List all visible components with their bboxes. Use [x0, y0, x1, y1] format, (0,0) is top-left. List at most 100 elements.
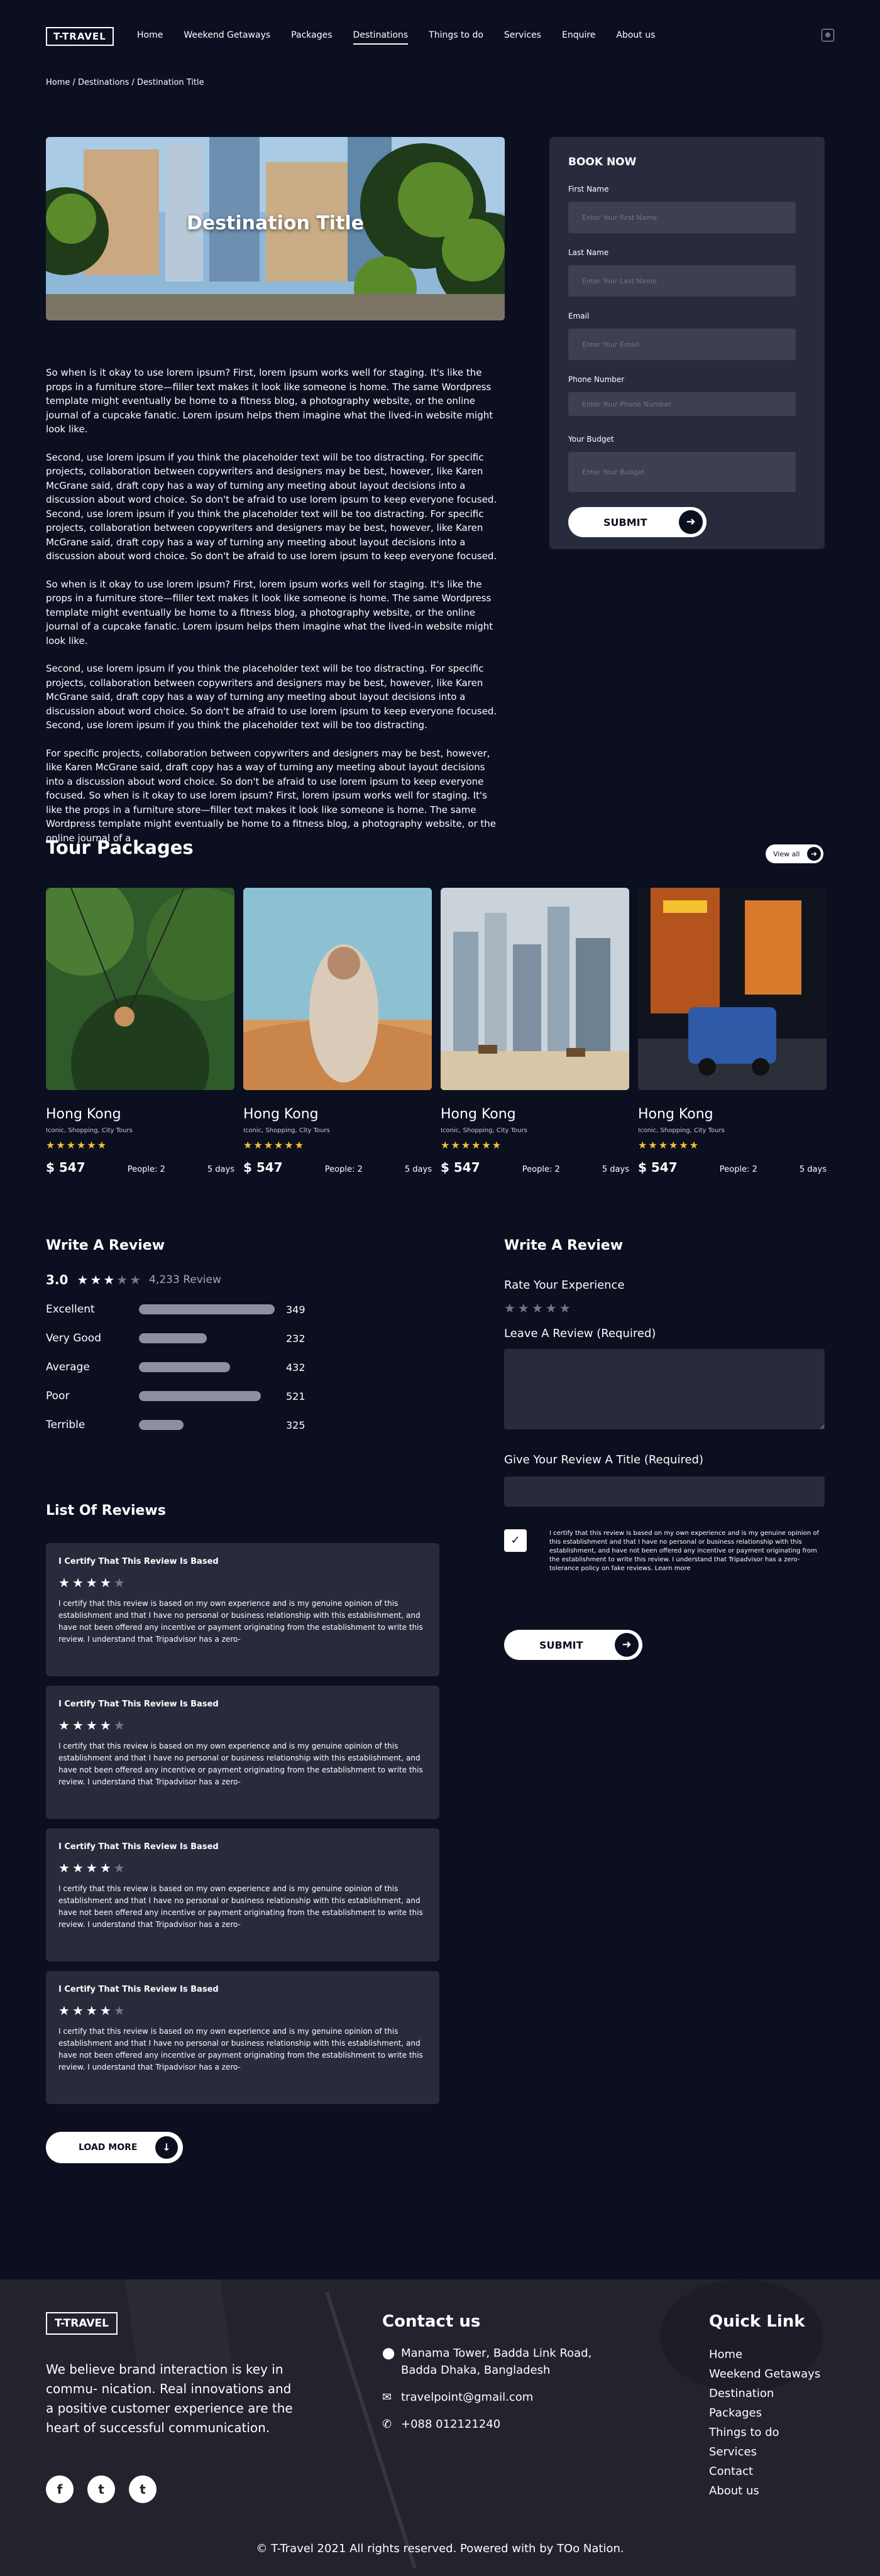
overall-rating: 3.0 ★★★★★ 4,233 Review	[46, 1272, 360, 1287]
nav-link-about-us[interactable]: About us	[616, 30, 655, 45]
nav-link-destinations[interactable]: Destinations	[353, 30, 409, 45]
tour-card[interactable]: Hong Kong Iconic, Shopping, City Tours ★★★…	[243, 888, 432, 1175]
star-icon: ★	[99, 2003, 114, 2018]
tour-price: $ 547	[441, 1160, 480, 1175]
review-title-label: Give Your Review A Title (Required)	[504, 1453, 703, 1466]
footer-link-about-us[interactable]: About us	[709, 2481, 820, 2501]
nav-link-weekend-getaways[interactable]: Weekend Getaways	[184, 30, 270, 45]
arrow-down-icon: ↓	[155, 2136, 178, 2159]
rating-stars: ★★★★★	[77, 1272, 143, 1287]
email-row: ✉ travelpoint@gmail.com	[382, 2389, 608, 2406]
footer-link-things-to-do[interactable]: Things to do	[709, 2423, 820, 2442]
breadcrumb: Home / Destinations / Destination Title	[46, 78, 204, 87]
tour-duration: 5 days	[404, 1165, 432, 1174]
rating-count: 232	[286, 1332, 305, 1345]
article-paragraph: Second, use lorem ipsum if you think the…	[46, 451, 497, 562]
load-more-button[interactable]: LOAD MORE ↓	[46, 2132, 183, 2163]
article-paragraph: So when is it okay to use lorem ipsum? F…	[46, 578, 493, 647]
rating-bar-fill	[139, 1333, 207, 1343]
review-stars: ★★★★★	[58, 1860, 427, 1875]
footer-about: We believe brand interaction is key in c…	[46, 2362, 293, 2435]
tour-card[interactable]: Hong Kong Iconic, Shopping, City Tours ★★★…	[46, 888, 234, 1175]
review-summary: Write A Review 3.0 ★★★★★ 4,233 Review Ex…	[46, 1238, 360, 1432]
footer-link-services[interactable]: Services	[709, 2442, 820, 2462]
review-submit-button[interactable]: SUBMIT ➜	[504, 1630, 642, 1660]
arrow-right-icon: ➜	[807, 847, 821, 861]
tour-card[interactable]: Hong Kong Iconic, Shopping, City Tours ★★★…	[441, 888, 629, 1175]
contact-section: Contact us ⬤ Manama Tower, Badda Link Ro…	[382, 2312, 608, 2443]
phone-field[interactable]	[568, 392, 796, 416]
rating-bar	[139, 1333, 275, 1343]
rating-bar-fill	[139, 1362, 230, 1372]
twitter-icon-2[interactable]: t	[129, 2475, 157, 2503]
review-body: I certify that this review is based on m…	[58, 1884, 423, 1929]
site-logo[interactable]: T-TRAVEL	[46, 27, 114, 46]
rating-breakdown: Excellent 349 Very Good 232 Average 432 Poor 52…	[46, 1302, 360, 1432]
tour-duration: 5 days	[602, 1165, 629, 1174]
globe-icon[interactable]: ⊕	[822, 29, 834, 41]
rating-score: 3.0	[46, 1272, 69, 1287]
rating-bar-fill	[139, 1420, 184, 1430]
hero-image: Destination Title	[46, 137, 505, 320]
budget-field[interactable]	[568, 452, 796, 492]
rating-label: Very Good	[46, 1332, 101, 1345]
star-icon: ★	[72, 1575, 86, 1590]
tour-card[interactable]: Hong Kong Iconic, Shopping, City Tours ★★★…	[638, 888, 827, 1175]
star-icon: ★	[103, 1272, 117, 1287]
footer: T-TRAVEL We believe brand interaction is…	[0, 2279, 880, 2576]
last-name-field[interactable]	[568, 265, 796, 297]
booking-submit-button[interactable]: SUBMIT ➜	[568, 507, 707, 537]
mail-icon: ✉	[382, 2391, 392, 2404]
footer-link-destination[interactable]: Destination	[709, 2384, 820, 2403]
tour-people: People: 2	[324, 1165, 363, 1174]
footer-link-weekend-getaways[interactable]: Weekend Getaways	[709, 2364, 820, 2384]
review-heading: I Certify That This Review Is Based	[58, 1985, 219, 1994]
tour-tags: Iconic, Shopping, City Tours	[638, 1127, 725, 1134]
star-icon: ★	[58, 2003, 72, 2018]
tour-people: People: 2	[127, 1165, 165, 1174]
review-textarea[interactable]	[504, 1349, 825, 1429]
email-text[interactable]: travelpoint@gmail.com	[401, 2389, 533, 2406]
facebook-icon[interactable]: f	[46, 2475, 74, 2503]
footer-link-packages[interactable]: Packages	[709, 2403, 820, 2423]
star-icon: ★	[113, 1860, 128, 1875]
contact-title: Contact us	[382, 2312, 481, 2331]
twitter-icon[interactable]: t	[87, 2475, 115, 2503]
rate-stars-input[interactable]: ★★★★★	[504, 1301, 825, 1316]
nav-link-enquire[interactable]: Enquire	[562, 30, 595, 45]
nav-link-home[interactable]: Home	[137, 30, 163, 45]
review-card: I Certify That This Review Is Based ★★★★★…	[46, 1686, 439, 1819]
phone-text[interactable]: +088 012121240	[401, 2416, 500, 2433]
email-field[interactable]	[568, 329, 796, 360]
review-body: I certify that this review is based on m…	[58, 1742, 423, 1786]
footer-logo[interactable]: T-TRAVEL	[46, 2312, 118, 2335]
rating-bar	[139, 1420, 275, 1430]
nav-link-things-to-do[interactable]: Things to do	[429, 30, 483, 45]
first-name-label: First Name	[568, 185, 609, 194]
rating-bar-fill	[139, 1304, 275, 1314]
night-street-tuktuk-image	[638, 888, 827, 1090]
location-pin-icon: ⬤	[382, 2347, 395, 2360]
first-name-field[interactable]	[568, 202, 796, 233]
rating-label: Average	[46, 1361, 90, 1373]
rate-experience-label: Rate Your Experience	[504, 1279, 625, 1292]
rating-count: 325	[286, 1419, 305, 1431]
social-links: f t t	[46, 2475, 157, 2503]
nav-link-services[interactable]: Services	[504, 30, 541, 45]
rating-bar-fill	[139, 1391, 261, 1401]
nav-link-packages[interactable]: Packages	[291, 30, 332, 45]
tour-name: Hong Kong	[638, 1106, 713, 1122]
view-all-button[interactable]: View all ➜	[766, 844, 823, 863]
review-title-input[interactable]	[504, 1476, 825, 1507]
arrow-right-icon: ➜	[615, 1633, 639, 1657]
review-stars: ★★★★★	[58, 1575, 427, 1590]
footer-link-home[interactable]: Home	[709, 2345, 820, 2364]
address-text: Manama Tower, Badda Link Road, Badda Dha…	[401, 2347, 592, 2377]
tour-tags: Iconic, Shopping, City Tours	[46, 1127, 133, 1134]
rating-row-average: Average 432	[46, 1360, 360, 1374]
footer-link-contact[interactable]: Contact	[709, 2462, 820, 2481]
certify-checkbox[interactable]: ✓	[504, 1529, 527, 1552]
article-paragraph: For specific projects, collaboration bet…	[46, 747, 497, 844]
review-summary-title: Write A Review	[46, 1238, 165, 1253]
tour-rating-stars: ★★★★★★	[441, 1139, 503, 1151]
